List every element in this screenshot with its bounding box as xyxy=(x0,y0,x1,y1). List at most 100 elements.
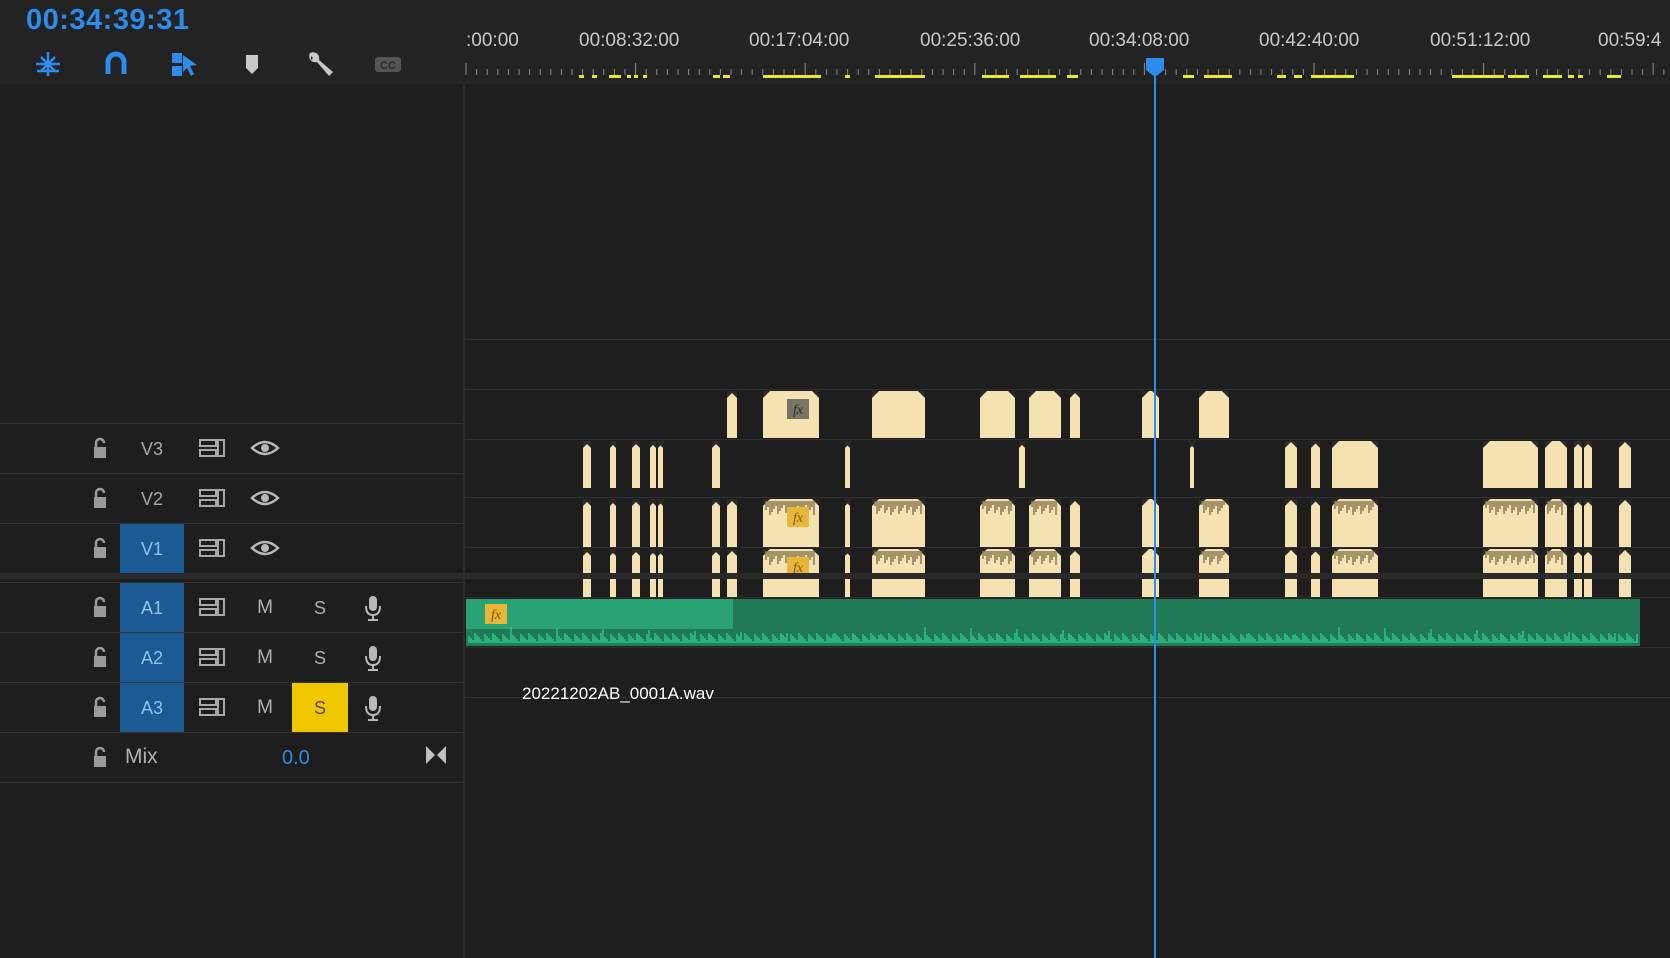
sync-lock-icon[interactable] xyxy=(198,486,226,510)
captions-cc-icon: CC xyxy=(375,57,401,72)
ruler-label: 00:34:08:00 xyxy=(1089,30,1190,51)
ruler-label: :00:00 xyxy=(466,30,519,51)
v1-clip xyxy=(610,441,616,488)
v1-clip xyxy=(583,441,591,488)
fx-badge-icon: fx xyxy=(485,604,507,624)
v1-clip xyxy=(1483,441,1538,488)
insert-sequence-button[interactable] xyxy=(32,48,64,80)
lock-icon[interactable] xyxy=(88,595,112,619)
timeline-tracks[interactable]: fx fx fx fx 20221202AB_0001A.wav xyxy=(465,84,1670,958)
sync-lock-icon[interactable] xyxy=(198,695,226,719)
timeline-settings-button[interactable] xyxy=(304,48,336,80)
v1-clip xyxy=(1584,441,1592,488)
linked-selection-button[interactable] xyxy=(168,48,200,80)
v2-clip xyxy=(1070,391,1080,438)
mute-button[interactable]: M xyxy=(252,697,278,719)
time-ruler[interactable]: :00:00 00:08:32:00 00:17:04:00 00:25:36:… xyxy=(464,0,1670,84)
v1-clip xyxy=(1285,441,1297,488)
playhead-timecode[interactable]: 00:34:39:31 xyxy=(26,4,190,37)
v1-clip xyxy=(1019,441,1025,488)
a1-clip xyxy=(650,499,656,547)
track-name-v1[interactable]: V1 xyxy=(120,524,184,574)
eye-icon[interactable] xyxy=(250,536,280,560)
track-header-v2: V2 xyxy=(0,473,463,523)
a1-clip xyxy=(727,499,737,547)
v1-clip xyxy=(845,441,850,488)
track-name-a3[interactable]: A3 xyxy=(120,683,184,733)
a1-clip xyxy=(1574,499,1582,547)
insert-sequence-icon xyxy=(36,52,60,76)
v1-clip xyxy=(1574,441,1582,488)
ruler-label: 00:59:4 xyxy=(1598,30,1662,51)
collapse-mixer-icon[interactable] xyxy=(424,744,448,766)
svg-text:CC: CC xyxy=(380,60,396,72)
clips-layer: fxfxfxfx xyxy=(465,339,1670,698)
timeline-header-controls: 00:34:39:31 CC xyxy=(0,0,464,84)
v1-clip xyxy=(658,441,663,488)
a1-clip xyxy=(583,499,591,547)
ruler-label: 00:51:12:00 xyxy=(1430,30,1531,51)
track-headers: V3 V2 V1 A1 M S A2 M S A3 M S Mix 0.0 xyxy=(0,84,463,958)
eye-icon[interactable] xyxy=(250,436,280,460)
solo-button[interactable]: S xyxy=(292,583,348,633)
mute-button[interactable]: M xyxy=(252,597,278,619)
a1-clip xyxy=(1619,499,1631,547)
lock-icon[interactable] xyxy=(88,645,112,669)
a1-clip xyxy=(1142,499,1159,547)
v2-clip xyxy=(727,391,737,438)
a1-clip xyxy=(658,499,663,547)
v1-clip xyxy=(632,441,640,488)
mix-volume-value[interactable]: 0.0 xyxy=(282,747,310,770)
sync-lock-icon[interactable] xyxy=(198,536,226,560)
v1-clip xyxy=(1332,441,1378,488)
add-marker-button[interactable] xyxy=(236,48,268,80)
v2-clip xyxy=(980,391,1015,438)
lock-icon[interactable] xyxy=(88,695,112,719)
v1-clip xyxy=(1190,441,1194,488)
a1-clip xyxy=(632,499,640,547)
solo-button[interactable]: S xyxy=(292,633,348,683)
a1-clip xyxy=(1311,499,1320,547)
lock-icon[interactable] xyxy=(88,536,112,560)
track-name-v3[interactable]: V3 xyxy=(120,424,184,474)
sync-lock-icon[interactable] xyxy=(198,645,226,669)
ruler-label: 00:17:04:00 xyxy=(749,30,850,51)
a1-clip xyxy=(845,499,850,547)
v1-clip xyxy=(712,441,720,488)
fx-badge-icon: fx xyxy=(787,399,809,419)
solo-button-active[interactable]: S xyxy=(292,683,348,733)
track-header-a1: A1 M S xyxy=(0,582,463,633)
timeline-settings-wrench-icon xyxy=(309,52,333,76)
v2-clip xyxy=(1029,391,1061,438)
track-header-v3: V3 xyxy=(0,423,463,474)
snap-magnet-icon xyxy=(105,51,127,74)
lock-icon[interactable] xyxy=(88,486,112,510)
v1-clip xyxy=(650,441,656,488)
track-header-a2: A2 M S xyxy=(0,632,463,683)
lock-icon[interactable] xyxy=(88,436,112,460)
v2-clip xyxy=(1199,391,1229,438)
track-name-v2[interactable]: V2 xyxy=(120,474,184,524)
track-name-a2[interactable]: A2 xyxy=(120,633,184,683)
microphone-icon[interactable] xyxy=(362,694,384,722)
mute-button[interactable]: M xyxy=(252,647,278,669)
microphone-icon[interactable] xyxy=(362,644,384,672)
sync-lock-icon[interactable] xyxy=(198,436,226,460)
a1-clip xyxy=(1070,499,1080,547)
mix-label: Mix xyxy=(125,745,158,768)
fx-badge-icon: fx xyxy=(787,507,809,527)
v2-clip xyxy=(1142,391,1159,438)
v1-clip xyxy=(1619,441,1631,488)
svg-text:fx: fx xyxy=(793,511,804,526)
a1-clip xyxy=(1285,499,1297,547)
sync-lock-icon[interactable] xyxy=(198,595,226,619)
eye-icon[interactable] xyxy=(250,486,280,510)
microphone-icon[interactable] xyxy=(362,594,384,622)
snap-button[interactable] xyxy=(100,48,132,80)
captions-button[interactable]: CC xyxy=(372,48,404,80)
track-header-v1: V1 xyxy=(0,523,463,574)
lock-icon[interactable] xyxy=(88,745,112,769)
track-name-a1[interactable]: A1 xyxy=(120,583,184,633)
v2-clip xyxy=(872,391,925,438)
svg-text:fx: fx xyxy=(793,403,804,418)
